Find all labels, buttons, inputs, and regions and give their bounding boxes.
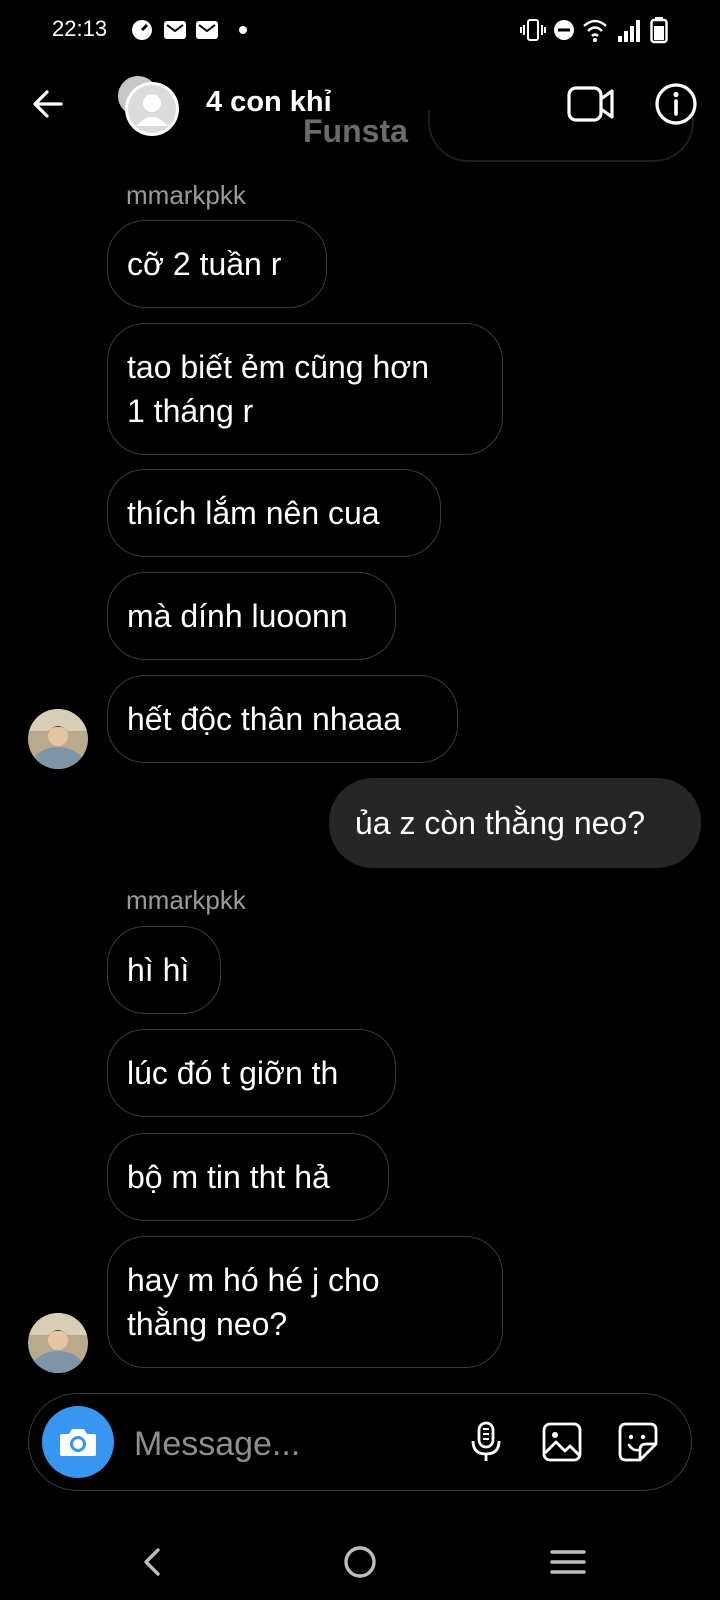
camera-icon	[60, 1429, 96, 1456]
sticker-button[interactable]	[616, 1420, 660, 1464]
microphone-button[interactable]	[464, 1420, 508, 1464]
video-camera-icon	[567, 86, 614, 122]
message-bubble[interactable]: bộ m tin tht hả	[107, 1133, 389, 1221]
image-icon	[542, 1422, 582, 1462]
message-bubble[interactable]: mà dính luoonn	[107, 572, 396, 660]
microphone-icon	[471, 1421, 501, 1461]
home-nav-icon	[344, 1546, 376, 1578]
wifi-icon	[583, 19, 607, 42]
video-call-button[interactable]	[566, 82, 616, 126]
speed-icon	[132, 20, 152, 40]
dnd-icon	[554, 20, 574, 40]
message-bubble[interactable]: cỡ 2 tuần r	[107, 220, 327, 308]
sender-avatar[interactable]	[28, 709, 88, 769]
gallery-button[interactable]	[540, 1420, 584, 1464]
sender-name: mmarkpkk	[126, 180, 246, 210]
message-bubble[interactable]: thích lắm nên cua	[107, 469, 441, 557]
arrow-left-icon	[33, 90, 63, 118]
message-bubble[interactable]: lúc đó t giỡn th	[107, 1029, 396, 1117]
camera-button[interactable]	[42, 1406, 114, 1478]
mail-icon	[196, 21, 218, 39]
sender-name: mmarkpkk	[126, 885, 246, 915]
signal-icon	[618, 20, 640, 42]
info-icon	[655, 83, 697, 125]
outgoing-message-bubble[interactable]: ủa z còn thằng neo?	[329, 778, 701, 868]
status-time: 22:13	[52, 16, 108, 41]
message-bubble[interactable]: hì hì	[107, 926, 221, 1014]
sender-avatar[interactable]	[28, 1313, 88, 1373]
vibrate-icon	[520, 19, 546, 41]
nav-back-button[interactable]	[132, 1540, 176, 1584]
nav-home-button[interactable]	[338, 1540, 382, 1584]
message-input[interactable]	[132, 1418, 436, 1470]
mail-icon	[164, 21, 186, 39]
battery-icon	[650, 17, 668, 44]
recents-nav-icon	[550, 1550, 586, 1574]
nav-recents-button[interactable]	[546, 1540, 590, 1584]
message-bubble[interactable]: tao biết ẻm cũng hơn 1 tháng r	[107, 323, 503, 455]
message-bubble[interactable]: hay m hó hé j cho thằng neo?	[107, 1236, 503, 1368]
back-nav-icon	[144, 1548, 160, 1576]
info-button[interactable]	[652, 80, 700, 128]
back-button[interactable]	[24, 80, 72, 128]
message-bubble[interactable]: hết độc thân nhaaa	[107, 675, 458, 763]
group-avatar[interactable]	[114, 74, 182, 138]
chat-title[interactable]: 4 con khỉ	[206, 86, 332, 119]
sticker-icon	[618, 1422, 658, 1462]
dot-icon	[239, 26, 247, 34]
